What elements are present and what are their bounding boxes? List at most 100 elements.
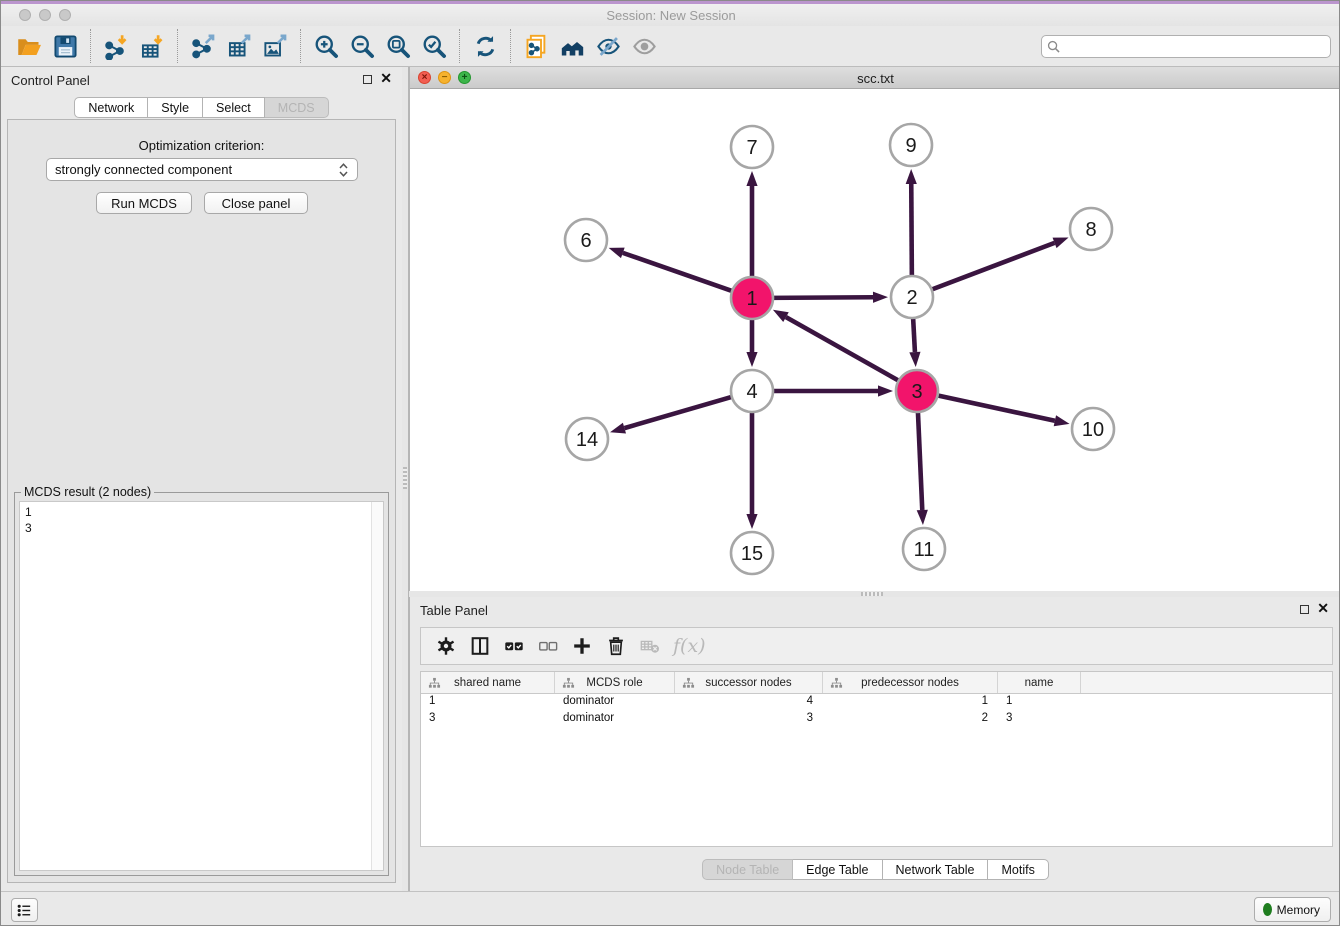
edge-1-6[interactable]: [609, 248, 734, 292]
table-cell[interactable]: 2: [823, 711, 998, 728]
select-all-button[interactable]: [497, 631, 531, 661]
node-9[interactable]: 9: [890, 124, 932, 166]
column-header-predecessor-nodes[interactable]: predecessor nodes: [823, 672, 998, 693]
svg-text:10: 10: [1082, 419, 1104, 441]
run-mcds-button[interactable]: Run MCDS: [96, 192, 192, 214]
hide-selected-button[interactable]: [590, 28, 626, 64]
memory-status-dot: [1263, 903, 1272, 916]
node-8[interactable]: 8: [1070, 208, 1112, 250]
tab-network[interactable]: Network: [74, 97, 148, 118]
deselect-all-button[interactable]: [531, 631, 565, 661]
export-image-button[interactable]: [257, 28, 293, 64]
add-column-button[interactable]: [565, 631, 599, 661]
result-scrollbar[interactable]: [371, 502, 383, 870]
node-11[interactable]: 11: [903, 528, 945, 570]
search-input[interactable]: [1041, 35, 1331, 58]
close-panel-icon[interactable]: ✕: [1317, 600, 1329, 616]
table-settings-button[interactable]: [429, 631, 463, 661]
column-header-successor-nodes[interactable]: successor nodes: [675, 672, 823, 693]
table-cell[interactable]: dominator: [555, 694, 675, 711]
tab-node-table[interactable]: Node Table: [702, 859, 793, 880]
column-header-name[interactable]: name: [998, 672, 1081, 693]
node-2[interactable]: 2: [891, 276, 933, 318]
zoom-selected-button[interactable]: [416, 28, 452, 64]
table-row[interactable]: 3dominator323: [421, 711, 1332, 728]
edge-1-7[interactable]: [746, 171, 757, 279]
export-table-button[interactable]: [221, 28, 257, 64]
node-6[interactable]: 6: [565, 219, 607, 261]
table-cell[interactable]: 3: [675, 711, 823, 728]
mcds-result-textarea[interactable]: 13: [19, 501, 384, 871]
table-cell[interactable]: 1: [421, 694, 555, 711]
eye-slash-icon: [595, 33, 622, 60]
delete-column-button[interactable]: [599, 631, 633, 661]
node-10[interactable]: 10: [1072, 408, 1114, 450]
table-cell[interactable]: 3: [421, 711, 555, 728]
tab-mcds[interactable]: MCDS: [265, 97, 329, 118]
optimization-criterion-select[interactable]: strongly connected component: [46, 158, 358, 181]
zoom-in-button[interactable]: [308, 28, 344, 64]
node-table: shared name MCDS rolesuccessor nodesprede…: [420, 671, 1333, 847]
column-header-MCDS-role[interactable]: MCDS role: [555, 672, 675, 693]
apply-layout-button[interactable]: [467, 28, 503, 64]
close-panel-button[interactable]: Close panel: [204, 192, 308, 214]
duplicate-network-icon: [523, 33, 550, 60]
edge-3-1[interactable]: [773, 310, 901, 382]
column-header-shared-name[interactable]: shared name: [421, 672, 555, 693]
zoom-fit-button[interactable]: [380, 28, 416, 64]
edge-4-15[interactable]: [746, 410, 757, 529]
first-neighbors-button[interactable]: [554, 28, 590, 64]
node-15[interactable]: 15: [731, 532, 773, 574]
network-canvas[interactable]: 7 9 6 8 1 2 4 3 14 10 15 11: [410, 89, 1340, 591]
table-cell[interactable]: 1: [998, 694, 1081, 711]
edge-4-14[interactable]: [610, 396, 734, 433]
edge-2-8[interactable]: [930, 238, 1069, 291]
close-panel-icon[interactable]: ✕: [380, 70, 392, 86]
edge-2-3[interactable]: [909, 316, 920, 367]
clear-table-button[interactable]: [633, 631, 667, 661]
tab-network-table[interactable]: Network Table: [883, 859, 989, 880]
node-7[interactable]: 7: [731, 126, 773, 168]
search-field-wrap: [1041, 35, 1331, 58]
export-network-button[interactable]: [185, 28, 221, 64]
network-graph[interactable]: 7 9 6 8 1 2 4 3 14 10 15 11: [410, 89, 1340, 591]
table-cell[interactable]: dominator: [555, 711, 675, 728]
edge-4-3[interactable]: [771, 385, 893, 396]
apply-function-button[interactable]: f(x): [667, 635, 712, 657]
float-panel-icon[interactable]: [1300, 605, 1309, 614]
tab-motifs[interactable]: Motifs: [988, 859, 1048, 880]
splitter-grip[interactable]: [861, 592, 883, 596]
edge-2-9[interactable]: [906, 169, 917, 278]
duplicate-network-button[interactable]: [518, 28, 554, 64]
zoom-in-icon: [313, 33, 340, 60]
edge-3-10[interactable]: [936, 395, 1070, 426]
memory-button[interactable]: Memory: [1254, 897, 1331, 922]
open-session-button[interactable]: [11, 28, 47, 64]
tab-select[interactable]: Select: [203, 97, 265, 118]
splitter-grip[interactable]: [403, 467, 407, 489]
node-3[interactable]: 3: [896, 370, 938, 412]
import-table-button[interactable]: [134, 28, 170, 64]
save-icon: [52, 33, 79, 60]
edge-1-4[interactable]: [746, 317, 757, 367]
table-cell[interactable]: 3: [998, 711, 1081, 728]
tab-style[interactable]: Style: [148, 97, 203, 118]
edge-3-11[interactable]: [917, 410, 928, 525]
node-1[interactable]: 1: [731, 277, 773, 319]
zoom-out-button[interactable]: [344, 28, 380, 64]
node-4[interactable]: 4: [731, 370, 773, 412]
status-log-button[interactable]: [11, 898, 38, 922]
edge-1-2[interactable]: [771, 292, 888, 303]
table-cell[interactable]: 4: [675, 694, 823, 711]
node-14[interactable]: 14: [566, 418, 608, 460]
import-network-button[interactable]: [98, 28, 134, 64]
toggle-table-panel-button[interactable]: [463, 631, 497, 661]
float-panel-icon[interactable]: [363, 75, 372, 84]
vertical-splitter[interactable]: [402, 67, 409, 891]
show-all-button[interactable]: [626, 28, 662, 64]
column-label: shared name: [454, 677, 521, 689]
save-session-button[interactable]: [47, 28, 83, 64]
tab-edge-table[interactable]: Edge Table: [793, 859, 882, 880]
table-cell[interactable]: 1: [823, 694, 998, 711]
table-row[interactable]: 1dominator411: [421, 694, 1332, 711]
